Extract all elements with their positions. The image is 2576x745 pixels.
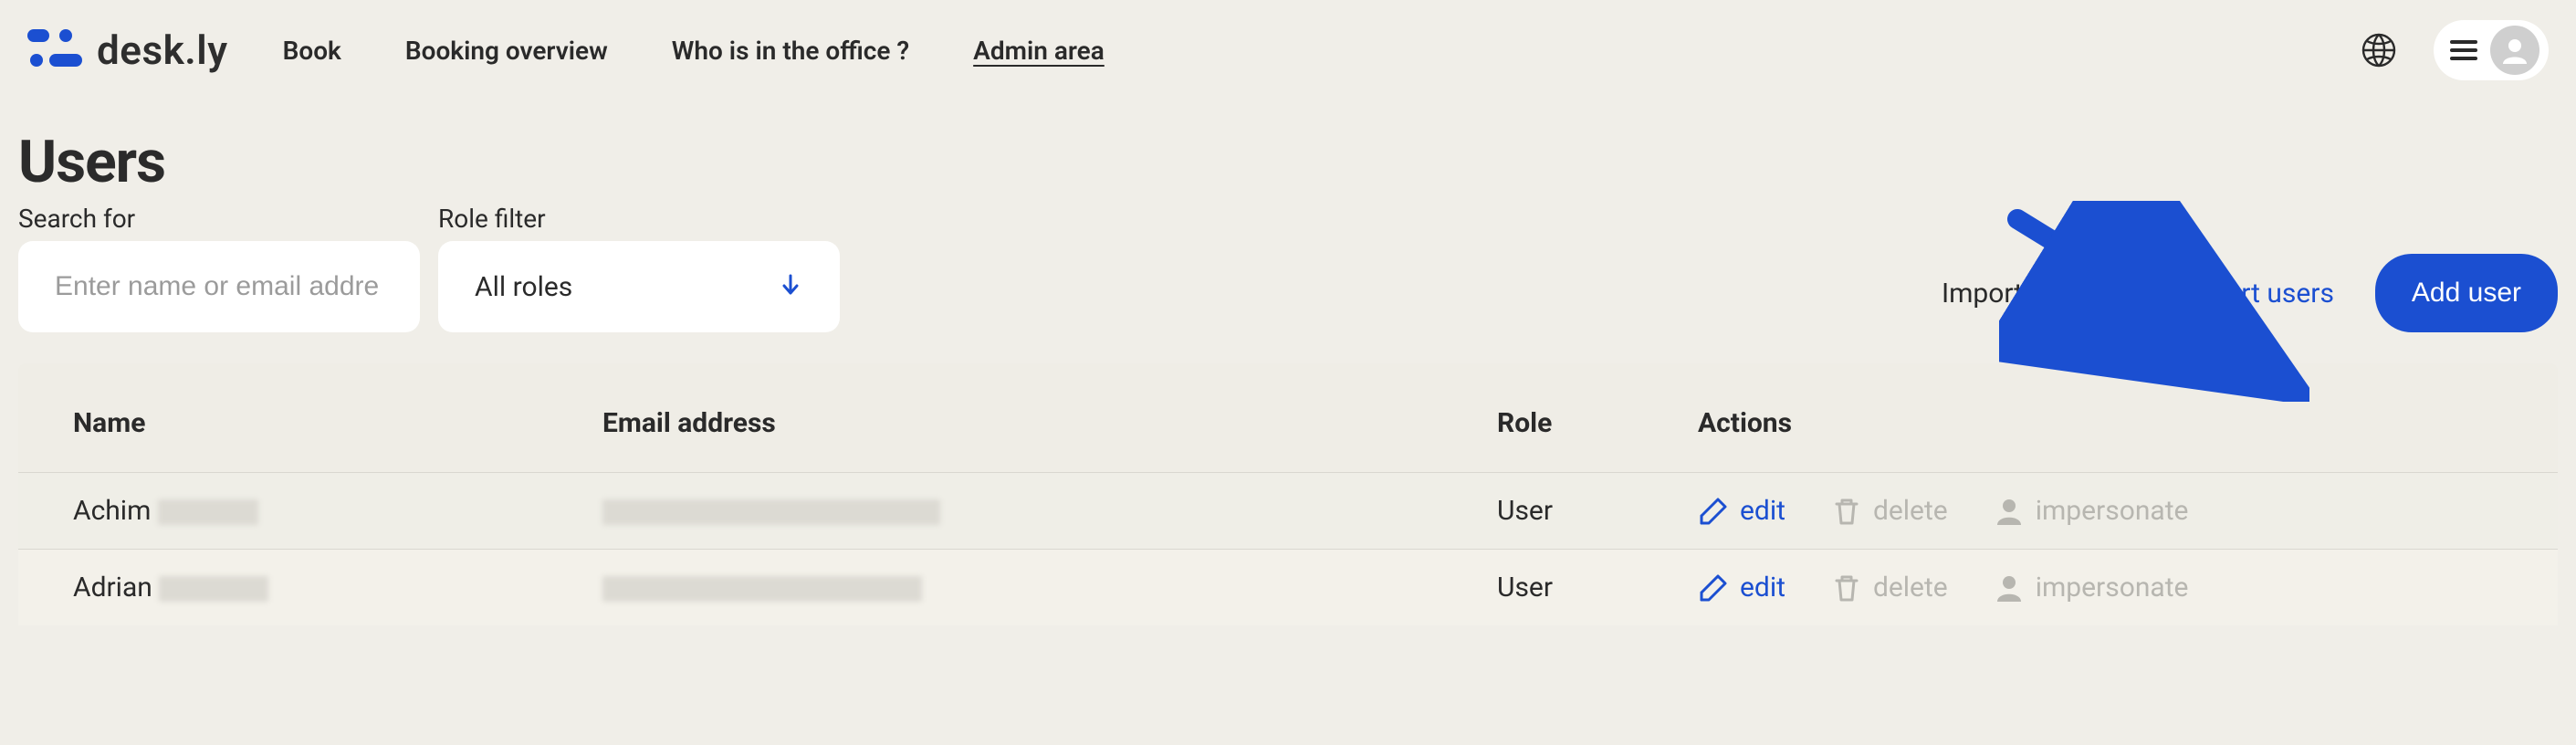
filters-row: Search for Role filter All roles Import … (18, 204, 2558, 332)
redacted (602, 499, 940, 525)
edit-label: edit (1740, 572, 1785, 603)
table-row: Achim User edit (18, 472, 2558, 549)
row-actions: edit delete impersonate (1698, 495, 2503, 527)
topbar: desk.ly Book Booking overview Who is in … (0, 0, 2576, 100)
cell-email (602, 572, 1497, 603)
import-template-link[interactable]: Import template (1942, 278, 2138, 310)
delete-label: delete (1873, 495, 1948, 527)
impersonate-label: impersonate (2036, 495, 2189, 527)
globe-icon[interactable] (2361, 32, 2397, 68)
delete-label: delete (1873, 572, 1948, 603)
th-email: Email address (602, 407, 1497, 439)
impersonate-action[interactable]: impersonate (1994, 572, 2189, 603)
first-name: Achim (73, 495, 151, 527)
edit-label: edit (1740, 495, 1785, 527)
role-filter-label: Role filter (438, 204, 840, 234)
nav-admin-area[interactable]: Admin area (973, 36, 1105, 66)
page-content: Users Search for Role filter All roles I… (0, 100, 2576, 625)
cell-email (602, 495, 1497, 527)
chevron-down-icon (778, 272, 803, 301)
first-name: Adrian (73, 572, 152, 603)
nav-who-in-office[interactable]: Who is in the office ? (672, 36, 909, 66)
logo-mark-icon (27, 29, 84, 71)
table-header: Name Email address Role Actions (18, 374, 2558, 472)
redacted (159, 576, 268, 602)
th-name: Name (73, 407, 602, 439)
search-input[interactable] (18, 241, 420, 332)
role-filter-field: Role filter All roles (438, 204, 840, 332)
import-users-link[interactable]: Import users (2179, 278, 2334, 310)
cell-role: User (1497, 495, 1698, 527)
th-actions: Actions (1698, 407, 2503, 439)
hamburger-icon (2450, 40, 2477, 60)
main-nav: Book Booking overview Who is in the offi… (283, 36, 1105, 66)
topbar-right (2361, 20, 2549, 80)
logo[interactable]: desk.ly (27, 26, 228, 74)
page-title: Users (18, 128, 2558, 196)
users-table: Name Email address Role Actions Achim Us… (18, 363, 2558, 625)
redacted (602, 576, 922, 602)
role-filter-value: All roles (475, 271, 572, 303)
impersonate-action[interactable]: impersonate (1994, 495, 2189, 527)
th-role: Role (1497, 407, 1698, 439)
avatar-icon (2490, 26, 2539, 75)
redacted (158, 499, 258, 525)
cell-role: User (1497, 572, 1698, 603)
search-label: Search for (18, 204, 420, 234)
filters-actions: Import template Import users Add user (1942, 254, 2558, 332)
impersonate-label: impersonate (2036, 572, 2189, 603)
edit-action[interactable]: edit (1698, 495, 1785, 527)
cell-name: Achim (73, 495, 602, 527)
add-user-button[interactable]: Add user (2375, 254, 2558, 332)
users-table-card: Name Email address Role Actions Achim Us… (18, 363, 2558, 625)
user-menu[interactable] (2434, 20, 2549, 80)
cell-name: Adrian (73, 572, 602, 603)
role-filter-select[interactable]: All roles (438, 241, 840, 332)
nav-book[interactable]: Book (283, 36, 341, 66)
edit-action[interactable]: edit (1698, 572, 1785, 603)
nav-booking-overview[interactable]: Booking overview (405, 36, 608, 66)
delete-action[interactable]: delete (1831, 495, 1948, 527)
delete-action[interactable]: delete (1831, 572, 1948, 603)
table-row: Adrian User edit (18, 549, 2558, 625)
search-field: Search for (18, 204, 420, 332)
logo-text: desk.ly (97, 26, 228, 74)
row-actions: edit delete impersonate (1698, 572, 2503, 603)
